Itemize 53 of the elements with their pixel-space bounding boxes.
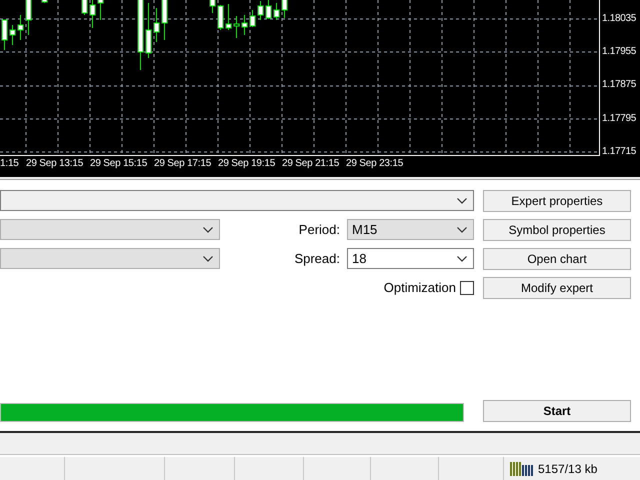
price-label: 1.17715 (602, 146, 636, 157)
action-button[interactable]: Modify expert (483, 277, 631, 299)
candle-icon (242, 14, 248, 36)
candle-icon (210, 0, 216, 14)
candle-icon (266, 0, 272, 20)
price-label: 1.18035 (602, 14, 636, 24)
optimization-label: Optimization (384, 278, 456, 297)
time-label: 29 Sep 23:15 (346, 159, 404, 169)
candle-icon (282, 0, 288, 18)
action-button[interactable]: Symbol properties (483, 219, 631, 241)
price-label: 1.17795 (602, 114, 636, 124)
chevron-down-icon (203, 256, 213, 262)
time-label: 29 Sep 21:15 (282, 159, 340, 169)
optimization-checkbox[interactable] (460, 280, 474, 294)
candle-icon (226, 4, 232, 30)
spread-dropdown[interactable]: 18 (347, 248, 474, 269)
candle-icon (42, 0, 48, 4)
candle-icon (162, 0, 168, 40)
price-label: 1.17875 (602, 80, 636, 90)
time-label: 29 Sep 19:15 (218, 159, 276, 169)
candle-icon (146, 2, 152, 58)
candle-icon (18, 14, 24, 40)
time-label: 29 Sep 17:15 (154, 159, 212, 169)
action-button[interactable]: Expert properties (483, 190, 631, 212)
expert-dropdown[interactable] (0, 190, 474, 211)
candle-icon (138, 0, 144, 70)
candle-icon (218, 4, 224, 30)
candle-icon (250, 10, 256, 28)
candle-icon (234, 16, 240, 38)
candle-icon (98, 0, 104, 20)
period-label: Period: (298, 220, 340, 239)
chevron-down-icon (457, 198, 467, 204)
candle-icon (274, 2, 280, 20)
time-label: 1:15 (0, 159, 19, 169)
period-dropdown[interactable]: M15 (347, 219, 474, 240)
chevron-down-icon (457, 226, 467, 232)
action-button[interactable]: Start (483, 400, 631, 422)
spread-label: Spread: (294, 250, 340, 268)
signal-bars-icon (510, 462, 534, 476)
chevron-down-icon (457, 256, 467, 262)
price-label: 1.17955 (602, 47, 636, 58)
time-label: 29 Sep 13:15 (26, 159, 84, 169)
candle-icon (26, 0, 32, 36)
time-label: 29 Sep 15:15 (90, 159, 148, 169)
candle-icon (82, 0, 88, 16)
candle-icon (258, 0, 264, 20)
candle-icon (90, 0, 96, 28)
action-button[interactable]: Open chart (483, 248, 631, 270)
candle-icon (154, 8, 160, 42)
candle-icon (2, 20, 8, 50)
chevron-down-icon (203, 226, 213, 232)
candle-icon (10, 24, 16, 46)
traffic-text: 5157/13 kb (538, 460, 598, 478)
